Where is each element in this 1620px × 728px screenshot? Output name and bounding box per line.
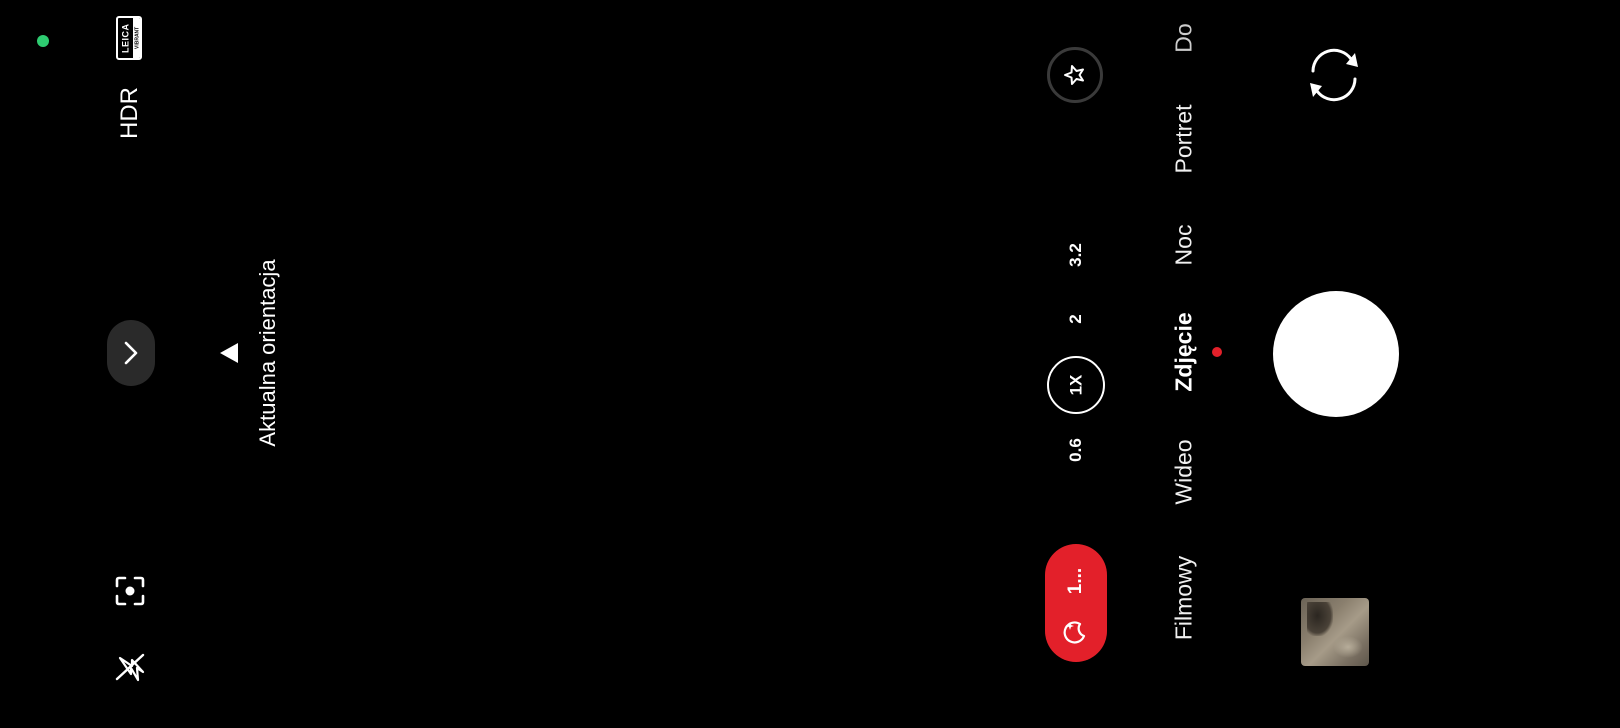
ai-enhance-button[interactable] — [1047, 47, 1103, 103]
flash-off-icon[interactable] — [113, 651, 147, 683]
mode-noc[interactable]: Noc — [1171, 225, 1198, 266]
mode-filmowy[interactable]: Filmowy — [1171, 556, 1198, 640]
mode-more[interactable]: Do — [1171, 23, 1198, 52]
face-focus-icon[interactable] — [114, 575, 146, 607]
expand-settings-button[interactable] — [107, 320, 155, 386]
hdr-toggle[interactable]: HDR — [116, 87, 144, 139]
night-mode-pill[interactable]: 1... — [1045, 544, 1107, 662]
chevron-right-icon — [124, 341, 138, 365]
star-wand-icon — [1064, 65, 1084, 85]
status-indicator-dot — [37, 35, 49, 47]
mode-portret[interactable]: Portret — [1171, 104, 1198, 173]
mode-wideo[interactable]: Wideo — [1171, 439, 1198, 504]
mode-zdjecie[interactable]: Zdjęcie — [1171, 312, 1198, 391]
switch-camera-icon[interactable] — [1303, 45, 1365, 105]
zoom-level-1x[interactable]: 1X — [1047, 356, 1105, 414]
orientation-hint-label: Aktualna orientacja — [255, 259, 280, 447]
moon-sparkle-icon — [1063, 621, 1086, 644]
active-mode-indicator — [1212, 347, 1222, 357]
zoom-level-0-6[interactable]: 0.6 — [1066, 438, 1086, 462]
leica-style-badge[interactable]: LEICA VIBRANT — [116, 16, 142, 60]
zoom-level-3-2[interactable]: 3.2 — [1066, 243, 1086, 267]
zoom-level-2[interactable]: 2 — [1066, 314, 1086, 323]
leica-brand-text: LEICA — [120, 23, 131, 53]
shutter-button[interactable] — [1273, 291, 1399, 417]
zoom-level-1x-label: 1X — [1065, 374, 1085, 396]
gallery-thumbnail[interactable] — [1301, 598, 1369, 666]
night-mode-pill-label: 1... — [1065, 567, 1086, 595]
orientation-arrow-icon — [220, 343, 238, 363]
leica-sub-text: VIBRANT — [133, 18, 140, 58]
